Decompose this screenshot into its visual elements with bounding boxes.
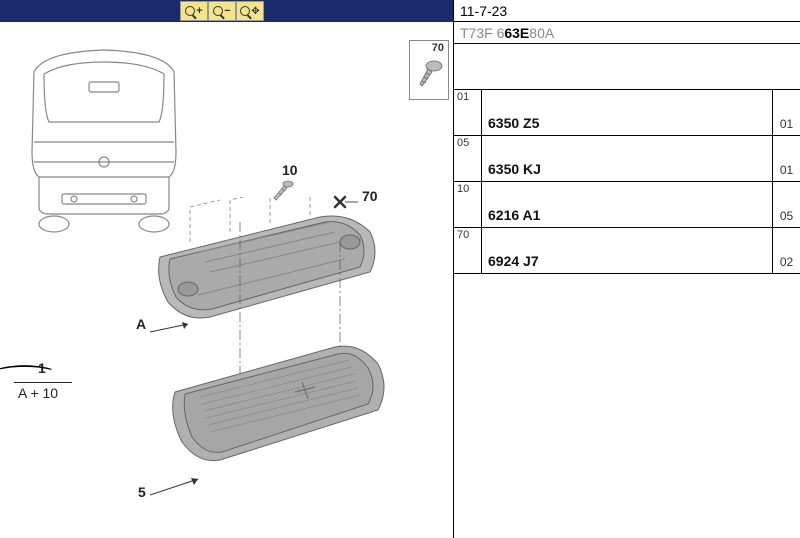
leader-5-icon: [150, 477, 210, 502]
cover-lower-icon: [160, 332, 410, 482]
callout-number: 70: [410, 41, 448, 54]
parts-pane: 11-7-23 T73F 6 63E 80A 01 6350 Z5 01 05 …: [454, 0, 800, 538]
diagram-date: 11-7-23: [460, 3, 507, 19]
part-row[interactable]: 05 6350 KJ 01: [454, 136, 800, 182]
header-spacer: [454, 44, 800, 90]
part-qty: 01: [772, 90, 800, 135]
screw-icon: [414, 56, 444, 92]
part-index: 10: [457, 183, 469, 195]
callout-box-70[interactable]: 70: [409, 40, 449, 100]
zoom-out-button[interactable]: −: [208, 1, 236, 21]
diagram-toolbar: + − ✥: [0, 0, 453, 22]
part-qty: 01: [772, 136, 800, 181]
fraction-bottom: A + 10: [18, 385, 58, 401]
part-index: 70: [457, 229, 469, 241]
part-row[interactable]: 10 6216 A1 05: [454, 182, 800, 228]
magnifier-icon: [213, 6, 223, 16]
diagram-label-5: 5: [138, 484, 146, 500]
part-number: 6924 J7: [482, 228, 772, 273]
pan-button[interactable]: ✥: [236, 1, 264, 21]
zoom-in-button[interactable]: +: [180, 1, 208, 21]
code-prefix: T73F 6: [460, 25, 504, 41]
header-code: T73F 6 63E 80A: [454, 22, 800, 44]
fraction-line: [14, 382, 72, 383]
diagram-pane: + − ✥: [0, 0, 454, 538]
code-bold: 63E: [504, 25, 529, 41]
diagram-label-A: A: [136, 316, 146, 332]
part-index: 05: [457, 137, 469, 149]
diagram-label-10: 10: [282, 162, 298, 178]
part-row[interactable]: 70 6924 J7 02: [454, 228, 800, 274]
exploded-diagram[interactable]: 70: [0, 22, 453, 538]
part-row[interactable]: 01 6350 Z5 01: [454, 90, 800, 136]
part-number: 6216 A1: [482, 182, 772, 227]
magnifier-icon: [185, 6, 195, 16]
part-qty: 02: [772, 228, 800, 273]
code-suffix: 80A: [529, 25, 554, 41]
move-icon: ✥: [251, 6, 259, 17]
magnifier-icon: [240, 6, 250, 16]
minus-icon: −: [224, 5, 230, 17]
part-number: 6350 Z5: [482, 90, 772, 135]
plus-icon: +: [196, 5, 202, 17]
header-date: 11-7-23: [454, 0, 800, 22]
parts-table: 01 6350 Z5 01 05 6350 KJ 01 10 6216 A1 0…: [454, 90, 800, 274]
part-index: 01: [457, 91, 469, 103]
part-qty: 05: [772, 182, 800, 227]
part-number: 6350 KJ: [482, 136, 772, 181]
